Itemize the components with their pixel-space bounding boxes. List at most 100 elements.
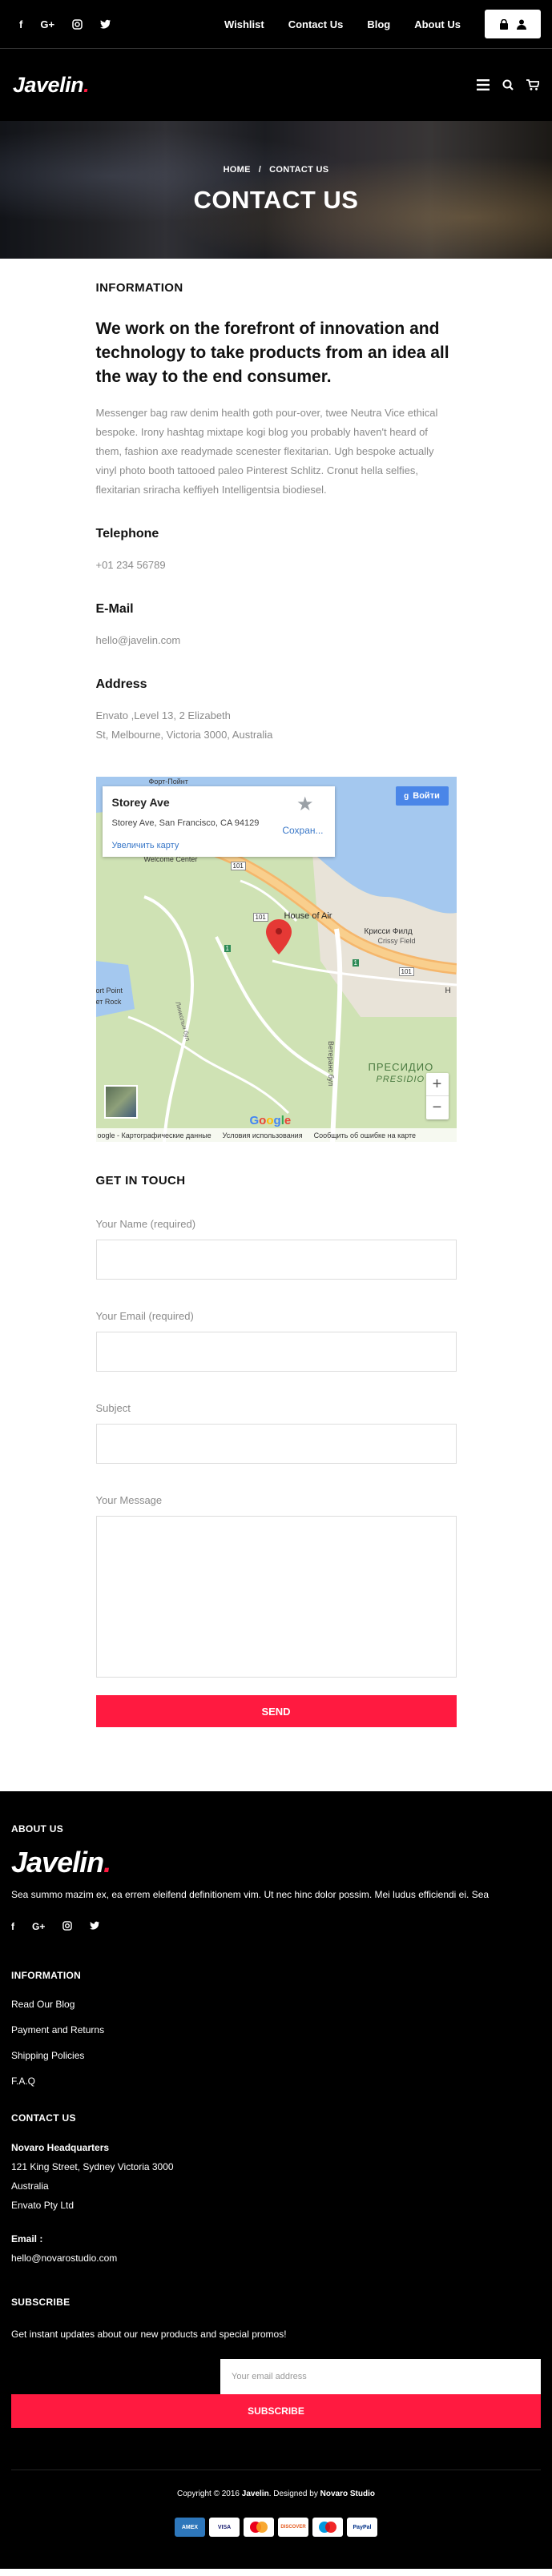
footer-social-links: f G+ <box>11 1921 541 1933</box>
map-view-larger-link[interactable]: Увеличить карту <box>112 841 179 850</box>
footer-email-label: Email : <box>11 2233 43 2244</box>
map-label-edge: H <box>445 987 451 995</box>
footer-contact-heading: CONTACT US <box>11 2112 76 2124</box>
footer-link-shipping[interactable]: Shipping Policies <box>11 2050 541 2061</box>
nav-blog[interactable]: Blog <box>367 18 390 30</box>
user-icon <box>517 19 526 30</box>
map-signin-button[interactable]: g Войти <box>395 786 449 806</box>
twitter-icon[interactable] <box>90 1921 100 1933</box>
facebook-icon[interactable]: f <box>11 1921 14 1933</box>
breadcrumb-home[interactable]: HOME <box>224 165 251 175</box>
nav-wishlist[interactable]: Wishlist <box>224 18 264 30</box>
footer-info-links: Read Our Blog Payment and Returns Shippi… <box>11 1999 541 2087</box>
amex-icon: AMEX <box>175 2518 205 2537</box>
footer-addr-3: Envato Pty Ltd <box>11 2200 75 2211</box>
about-us-heading: ABOUT US <box>11 1823 64 1835</box>
header-icons <box>477 79 539 90</box>
map-label-crissy-en: Crissy Field <box>377 937 416 945</box>
page-hero: HOME / CONTACT US CONTACT US <box>0 121 552 259</box>
address-line-2: St, Melbourne, Victoria 3000, Australia <box>95 729 273 741</box>
maestro-icon <box>312 2518 343 2537</box>
address-heading: Address <box>95 677 147 691</box>
zoom-out-button[interactable]: − <box>426 1096 449 1119</box>
footer-link-payment[interactable]: Payment and Returns <box>11 2024 541 2035</box>
message-textarea[interactable] <box>95 1516 457 1678</box>
page-title: CONTACT US <box>193 186 359 214</box>
lead-text: We work on the forefront of innovation a… <box>95 319 449 386</box>
send-button[interactable]: SEND <box>95 1695 457 1727</box>
footer-link-blog[interactable]: Read Our Blog <box>11 1999 541 2010</box>
footer-email[interactable]: hello@novarostudio.com <box>11 2248 541 2268</box>
instagram-icon[interactable] <box>72 18 83 30</box>
twitter-icon[interactable] <box>100 19 111 29</box>
body-paragraph: Messenger bag raw denim health goth pour… <box>95 407 438 496</box>
map-route-101-a: 101 <box>252 913 268 922</box>
telephone-heading: Telephone <box>95 527 159 541</box>
map-save-link[interactable]: Сохран... <box>282 825 323 836</box>
cart-icon[interactable] <box>526 79 539 90</box>
footer-addr-2: Australia <box>11 2180 49 2192</box>
google-plus-icon[interactable]: G+ <box>40 18 54 30</box>
google-logo: Google <box>249 1114 292 1127</box>
subscribe-heading: SUBSCRIBE <box>11 2297 71 2308</box>
email-input[interactable] <box>95 1332 457 1372</box>
footer-bottom: Copyright © 2016 Javelin. Designed by No… <box>11 2470 541 2569</box>
map-terms-link[interactable]: Условия использования <box>223 1131 303 1139</box>
map-report-link[interactable]: Сообщить об ошибке на карте <box>314 1131 416 1139</box>
footer-address: Novaro Headquarters 121 King Street, Syd… <box>11 2138 541 2215</box>
search-icon[interactable] <box>502 79 514 90</box>
map-label-presidio: ПРЕСИДИО <box>368 1061 434 1073</box>
footer-email-block: Email : hello@novarostudio.com <box>11 2229 541 2268</box>
footer-link-faq[interactable]: F.A.Q <box>11 2076 541 2087</box>
facebook-icon[interactable]: f <box>19 18 22 30</box>
telephone-value: +01 234 56789 <box>95 559 166 571</box>
address-line-1: Envato ,Level 13, 2 Elizabeth <box>95 709 231 721</box>
email-value[interactable]: hello@javelin.com <box>96 631 457 650</box>
google-map[interactable]: Форт-Пойнт Welcome Center House of Air К… <box>95 777 457 1142</box>
breadcrumb: HOME / CONTACT US <box>0 165 552 175</box>
email-heading: E-Mail <box>95 602 134 616</box>
footer-hq: Novaro Headquarters <box>11 2142 110 2153</box>
map-label-ft-point: ort Point <box>95 987 123 995</box>
email-label: Your Email (required) <box>95 1310 194 1322</box>
map-satellite-thumbnail[interactable] <box>103 1085 138 1119</box>
instagram-icon[interactable] <box>62 1921 73 1933</box>
payment-icons: AMEX VISA DISCOVER PayPal <box>11 2518 541 2537</box>
map-route-101-c: 101 <box>230 862 246 870</box>
account-cart-box[interactable] <box>485 10 541 38</box>
breadcrumb-separator: / <box>258 165 262 175</box>
map-signin-label: Войти <box>413 791 440 801</box>
message-label: Your Message <box>95 1494 163 1506</box>
nav-contact-us[interactable]: Contact Us <box>288 18 344 30</box>
subscribe-text: Get instant updates about our new produc… <box>11 2329 287 2340</box>
name-input[interactable] <box>95 1240 457 1280</box>
site-logo[interactable]: Javelin. <box>13 73 90 98</box>
map-route-1-a: 1 <box>352 959 359 967</box>
map-footer: oogle - Картографические данные Условия … <box>95 1128 457 1142</box>
social-links: f G+ <box>19 18 111 30</box>
name-label: Your Name (required) <box>95 1218 196 1230</box>
subscribe-row: Your email address <box>11 2359 541 2394</box>
about-text: Sea summo mazim ex, ea errem eleifend de… <box>11 1889 490 1900</box>
breadcrumb-current: CONTACT US <box>269 165 329 175</box>
subscribe-button[interactable]: SUBSCRIBE <box>11 2394 541 2428</box>
map-info-card: Storey Ave Storey Ave, San Francisco, CA… <box>102 786 335 857</box>
map-route-101-b: 101 <box>398 967 414 976</box>
subscribe-email-input[interactable]: Your email address <box>220 2359 541 2394</box>
site-footer: ABOUT US Javelin. Sea summo mazim ex, ea… <box>0 1791 552 2569</box>
map-label-fort-point: Форт-Пойнт <box>148 778 188 786</box>
mastercard-icon <box>244 2518 274 2537</box>
footer-information-heading: INFORMATION <box>11 1970 82 1981</box>
google-plus-icon[interactable]: G+ <box>32 1921 45 1933</box>
menu-icon[interactable] <box>477 79 490 90</box>
main-content: INFORMATION We work on the forefront of … <box>95 259 457 1727</box>
lock-icon <box>500 18 508 30</box>
zoom-in-button[interactable]: + <box>425 1073 449 1096</box>
map-route-1-b: 1 <box>224 945 231 952</box>
star-icon[interactable]: ★ <box>296 793 314 816</box>
top-nav: Wishlist Contact Us Blog About Us <box>224 10 541 38</box>
footer-logo[interactable]: Javelin. <box>11 1846 541 1879</box>
subject-input[interactable] <box>95 1424 457 1464</box>
subject-label: Subject <box>95 1402 131 1414</box>
nav-about-us[interactable]: About Us <box>414 18 461 30</box>
